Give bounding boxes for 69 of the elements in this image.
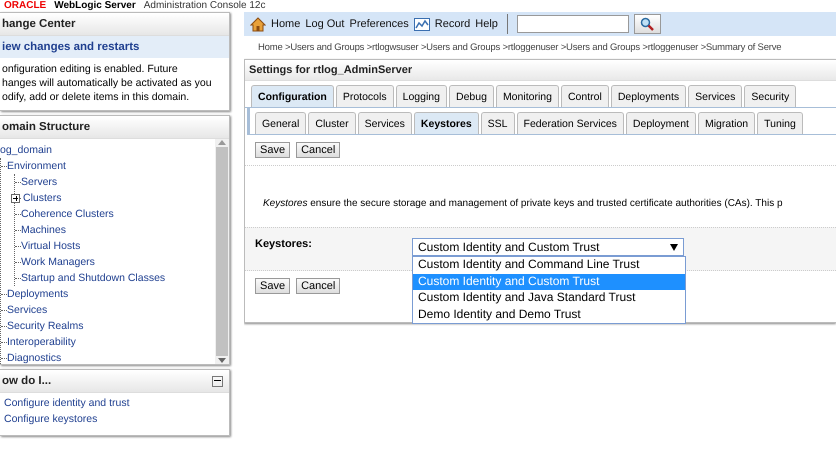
tree-item[interactable]: Deployments [7, 288, 68, 300]
settings-title: Settings for rtlog_AdminServer [245, 60, 836, 81]
tab[interactable]: Deployment [626, 112, 696, 134]
tab[interactable]: Services [358, 112, 412, 134]
breadcrumb: Home >Users and Groups >rtlogwsuser >Users and Groups >rtloggenuser >Users and Groups >rtloggenuser >Summary of Serve [257, 41, 782, 55]
tab[interactable]: Migration [698, 112, 756, 134]
tree-item[interactable]: Services [7, 304, 48, 316]
tab[interactable]: Debug [448, 85, 494, 107]
tree-item[interactable]: Work Managers [21, 256, 95, 268]
keystores-dropdown[interactable]: Custom Identity and Custom Trust [412, 238, 684, 256]
tree-item[interactable]: Coherence Clusters [21, 208, 114, 220]
tab[interactable]: Logging [396, 85, 447, 107]
dropdown-option[interactable]: Custom Identity and Java Standard Trust [413, 290, 685, 306]
tree-item[interactable]: Security Realms [7, 320, 84, 332]
toolbar-link[interactable]: Help [475, 18, 498, 30]
panel-title: hange Center [0, 13, 229, 36]
scroll-down-icon[interactable] [218, 358, 226, 364]
caret-icon [670, 244, 678, 250]
status-message: onfiguration editing is enabled. Future hanges will automatically be activated as you odify, add or delete items in this domain. [1, 62, 213, 105]
product-name: WebLogic Server [54, 0, 136, 12]
toolbar-link[interactable]: Log Out [305, 18, 344, 30]
task-link[interactable]: Configure identity and trust [2, 397, 227, 409]
scrollbar[interactable] [215, 139, 229, 364]
toolbar-link[interactable]: Record [434, 18, 470, 30]
chart-icon[interactable] [414, 18, 430, 30]
view-changes-link[interactable]: iew changes and restarts [0, 36, 229, 58]
tree-item[interactable]: Virtual Hosts [21, 240, 80, 252]
tab[interactable]: Services [688, 85, 742, 107]
search-field[interactable] [516, 15, 629, 33]
tab[interactable]: Cluster [308, 112, 356, 134]
save-button[interactable]: Save [255, 142, 290, 158]
dropdown-option[interactable]: Demo Identity and Demo Trust [413, 306, 685, 323]
tab[interactable]: Control [560, 85, 609, 107]
tab[interactable]: Deployments [610, 85, 686, 107]
tab[interactable]: Keystores [414, 112, 479, 134]
tree-item[interactable]: Interoperability [7, 336, 76, 348]
logo-text: ORACLE [4, 0, 46, 12]
tab[interactable]: General [255, 112, 306, 134]
cancel-button[interactable]: Cancel [296, 142, 340, 158]
search-icon [640, 17, 654, 31]
tree-item[interactable]: Machines [21, 224, 66, 236]
tab[interactable]: Federation Services [516, 112, 624, 134]
task-link[interactable]: Configure keystores [2, 413, 227, 425]
tree-item[interactable]: Clusters [23, 192, 62, 204]
console-title: Administration Console 12c [144, 0, 266, 12]
tab[interactable]: Security [744, 85, 796, 107]
toolbar-link[interactable]: Preferences [349, 18, 409, 30]
tab[interactable]: Monitoring [496, 85, 559, 107]
tree-item[interactable]: og_domain [0, 144, 52, 156]
home-icon[interactable] [250, 16, 266, 32]
dropdown-option[interactable]: Custom Identity and Command Line Trust [413, 257, 685, 274]
tree-item[interactable]: Startup and Shutdown Classes [21, 272, 166, 284]
tree-item[interactable]: Diagnostics [7, 352, 62, 364]
tree-item[interactable]: Environment [7, 160, 66, 172]
field-label: Keystores: [255, 238, 313, 252]
expand-icon[interactable] [11, 194, 20, 202]
toolbar-link[interactable]: Home [271, 18, 300, 30]
search-button[interactable] [634, 14, 661, 34]
tab[interactable]: SSL [480, 112, 515, 134]
tab[interactable]: Tuning [757, 112, 803, 134]
tab[interactable]: Configuration [251, 85, 334, 107]
cancel-button[interactable]: Cancel [296, 278, 340, 294]
scrollbar-thumb[interactable] [216, 147, 228, 356]
tab[interactable]: Protocols [336, 85, 394, 107]
save-button[interactable]: Save [255, 278, 290, 294]
panel-title: ow do I... [2, 375, 52, 387]
tree-item[interactable]: Servers [21, 176, 58, 188]
collapse-icon[interactable] [212, 376, 223, 386]
panel-title: omain Structure [0, 116, 229, 139]
